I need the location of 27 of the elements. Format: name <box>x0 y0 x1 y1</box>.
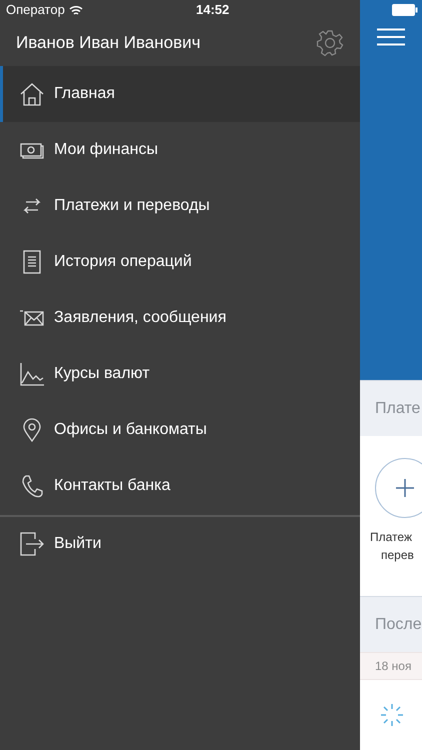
menu-item[interactable]: Курсы валют <box>0 346 360 402</box>
menu-item[interactable]: Мои финансы <box>0 122 360 178</box>
settings-icon[interactable] <box>316 29 344 57</box>
clock-time: 14:52 <box>196 1 230 20</box>
date-row: 18 ноя <box>360 652 422 680</box>
menu-item[interactable]: Платежи и переводы <box>0 178 360 234</box>
payment-action-label: перев <box>380 547 415 564</box>
wifi-icon <box>68 4 83 16</box>
menu-item[interactable]: Офисы и банкоматы <box>0 402 360 458</box>
menu-item[interactable]: Контакты банка <box>0 458 360 514</box>
chart-icon <box>19 361 45 387</box>
user-name: Иванов Иван Иванович <box>16 32 200 54</box>
section-header: После <box>360 596 422 652</box>
section-header: Плате <box>360 380 422 436</box>
add-payment-button[interactable] <box>375 458 422 518</box>
logout-item[interactable]: Выйти <box>0 516 360 572</box>
plus-icon <box>396 479 414 497</box>
house-icon <box>19 81 45 107</box>
menu-item[interactable]: Главная <box>0 66 360 122</box>
exit-icon <box>19 531 45 557</box>
battery-icon <box>392 4 418 16</box>
payment-action-label: Платеж <box>370 529 413 546</box>
menu-icon[interactable] <box>377 28 405 46</box>
loading-spinner-icon <box>380 703 404 727</box>
menu-item[interactable]: Заявления, сообщения <box>0 290 360 346</box>
menu-item[interactable]: История операций <box>0 234 360 290</box>
carrier-name: Оператор <box>6 1 65 20</box>
